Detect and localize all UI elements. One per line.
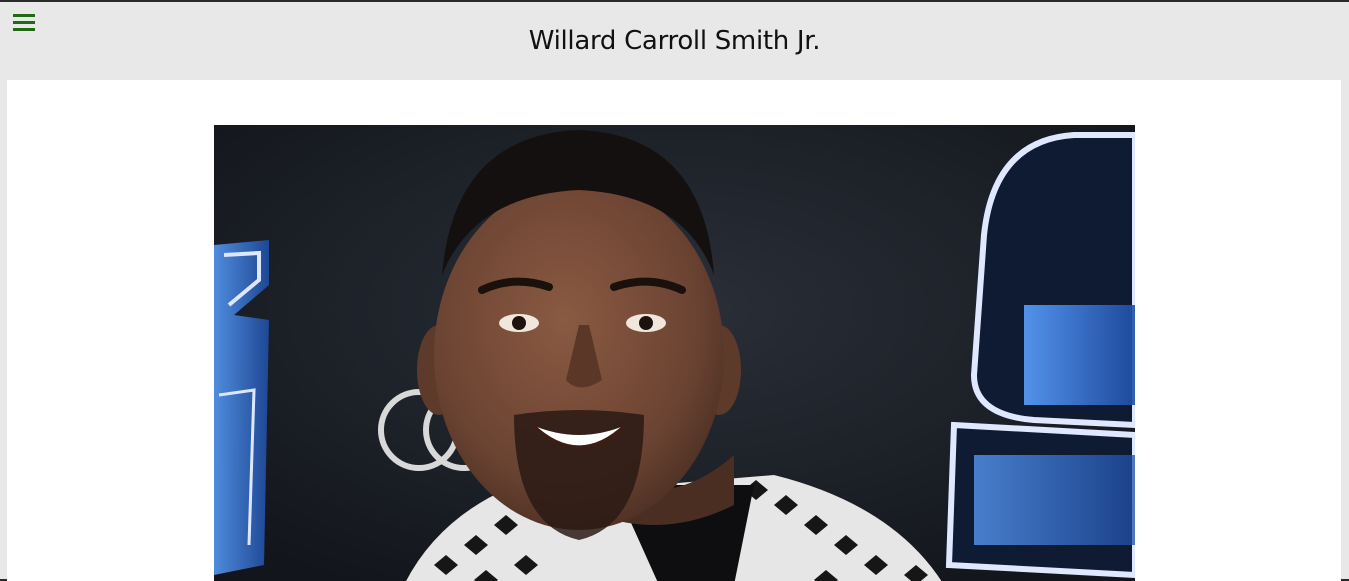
header: Willard Carroll Smith Jr.: [0, 2, 1349, 80]
portrait-photo: [214, 125, 1135, 581]
page-title: Willard Carroll Smith Jr.: [528, 26, 821, 56]
main-content: [7, 80, 1341, 581]
page: Willard Carroll Smith Jr.: [0, 0, 1349, 581]
